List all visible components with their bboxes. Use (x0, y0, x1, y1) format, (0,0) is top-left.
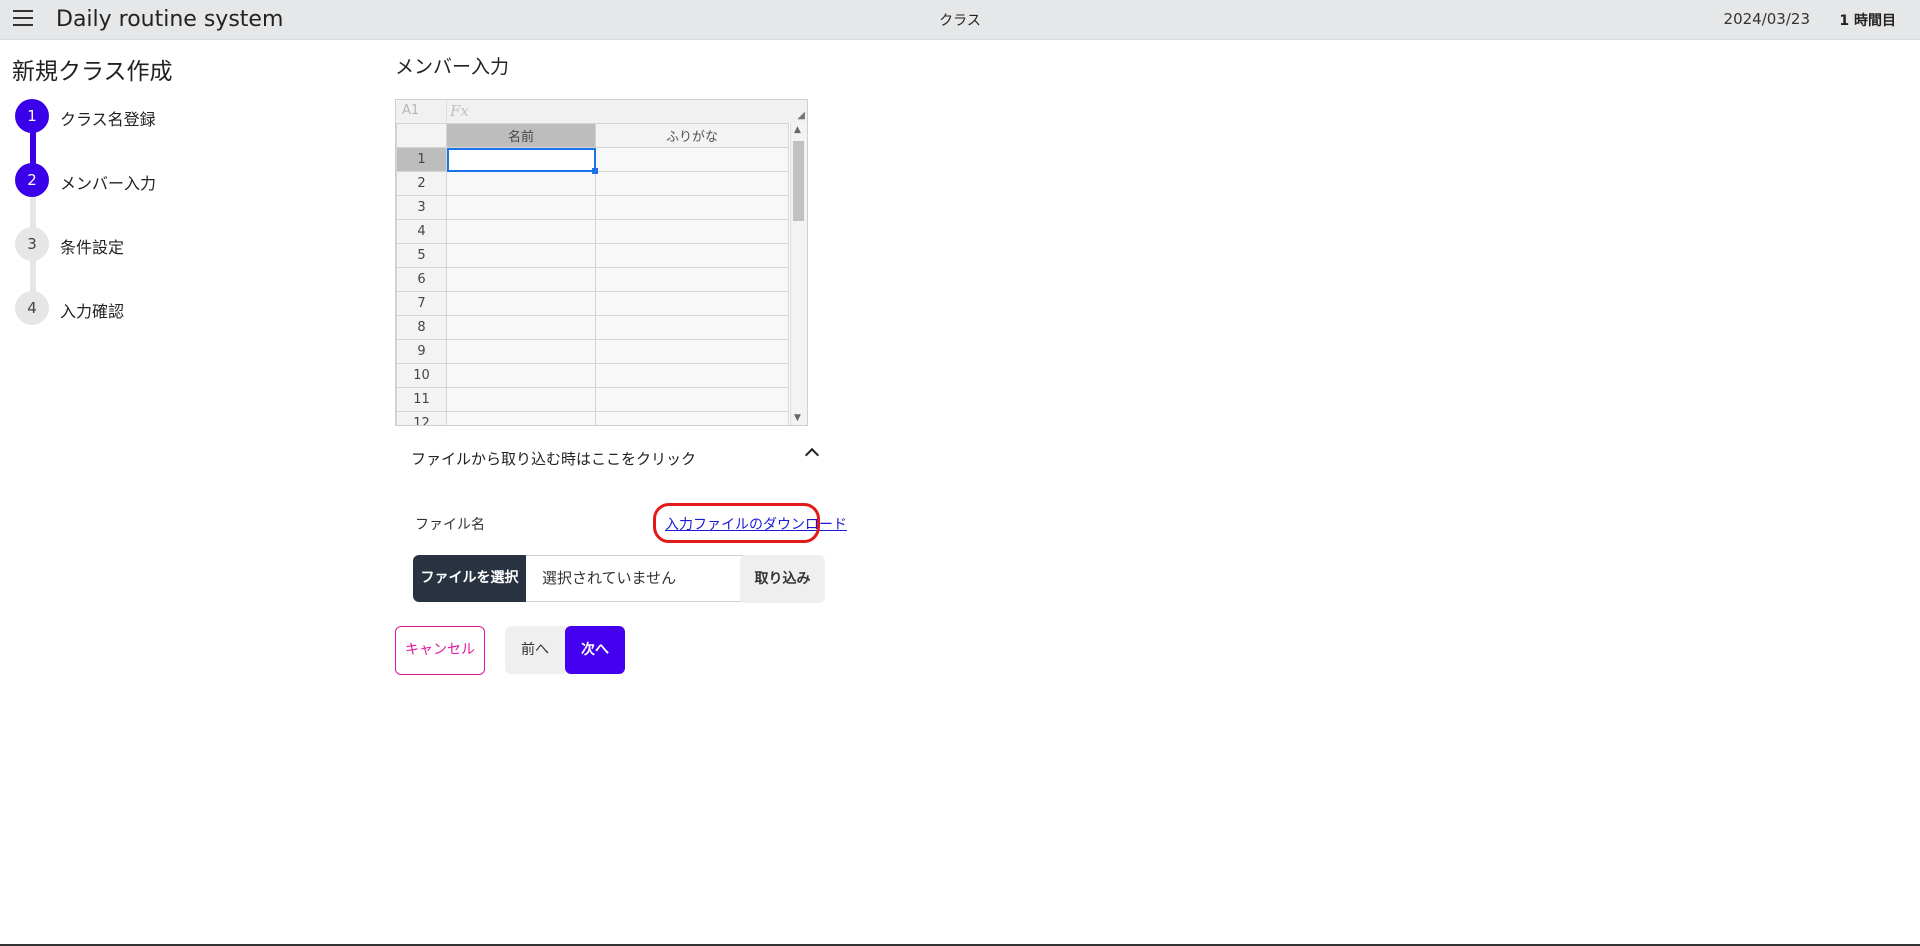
row-header[interactable]: 2 (396, 171, 447, 196)
prev-button[interactable]: 前へ (505, 626, 565, 674)
step-4-number: 4 (15, 291, 49, 325)
file-name-label: ファイル名 (415, 517, 485, 533)
table-row: 12 (396, 411, 789, 425)
resize-handle-icon[interactable]: ◢ (797, 110, 805, 121)
cell[interactable] (446, 267, 596, 292)
member-spreadsheet[interactable]: A1 Fx ◢ 名前 ふりがな 1 2 3 4 5 6 7 8 9 10 11 … (395, 99, 808, 426)
cell[interactable] (595, 243, 789, 268)
fx-icon: Fx (450, 102, 469, 120)
import-from-file-toggle[interactable]: ファイルから取り込む時はここをクリック (395, 440, 825, 476)
row-header[interactable]: 4 (396, 219, 447, 244)
scrollbar-thumb[interactable] (793, 141, 804, 221)
fill-handle[interactable] (592, 168, 598, 174)
vertical-scrollbar[interactable]: ▲ ▼ (790, 123, 807, 425)
selected-file-display[interactable]: 選択されていません (526, 555, 747, 602)
section-title: メンバー入力 (395, 56, 510, 78)
cell[interactable] (446, 315, 596, 340)
cell-a1[interactable] (446, 147, 598, 174)
cell[interactable] (595, 219, 789, 244)
cell[interactable] (595, 387, 789, 412)
cell[interactable] (446, 363, 596, 388)
cell[interactable] (595, 171, 789, 196)
row-header[interactable]: 1 (396, 147, 447, 172)
current-date: 2024/03/23 (1723, 10, 1810, 28)
row-header[interactable]: 6 (396, 267, 447, 292)
row-header[interactable]: 11 (396, 387, 447, 412)
chevron-up-icon[interactable] (804, 447, 820, 463)
scroll-up-icon[interactable]: ▲ (794, 125, 801, 135)
import-button[interactable]: 取り込み (740, 555, 825, 603)
row-header[interactable]: 8 (396, 315, 447, 340)
stepper: 1 クラス名登録 2 メンバー入力 3 条件設定 4 入力確認 (15, 99, 235, 339)
step-3: 3 条件設定 (15, 227, 235, 261)
cell[interactable] (595, 339, 789, 364)
table-row: 4 (396, 219, 789, 244)
cell[interactable] (595, 411, 789, 425)
cell[interactable] (446, 195, 596, 220)
cell[interactable] (446, 411, 596, 425)
highlight-annotation (653, 503, 820, 543)
row-header[interactable]: 7 (396, 291, 447, 316)
step-1: 1 クラス名登録 (15, 99, 235, 133)
cell[interactable] (446, 339, 596, 364)
step-1-label: クラス名登録 (60, 110, 156, 129)
cell[interactable] (446, 219, 596, 244)
cell-reference: A1 (402, 103, 420, 118)
cell[interactable] (446, 171, 596, 196)
column-header-name[interactable]: 名前 (446, 123, 596, 148)
cell[interactable] (446, 291, 596, 316)
row-header[interactable]: 5 (396, 243, 447, 268)
step-4-label: 入力確認 (60, 302, 125, 321)
import-toggle-label: ファイルから取り込む時はここをクリック (411, 450, 697, 468)
cell[interactable] (595, 195, 789, 220)
table-row: 7 (396, 291, 789, 316)
cell[interactable] (595, 147, 789, 172)
cell[interactable] (595, 315, 789, 340)
cell[interactable] (595, 291, 789, 316)
scroll-down-icon[interactable]: ▼ (794, 413, 801, 423)
cell[interactable] (446, 243, 596, 268)
step-2-number: 2 (15, 163, 49, 197)
cell[interactable] (446, 387, 596, 412)
next-button[interactable]: 次へ (565, 626, 625, 674)
table-row: 10 (396, 363, 789, 388)
choose-file-button[interactable]: ファイルを選択 (413, 555, 526, 602)
table-row: 1 (396, 147, 789, 174)
row-header[interactable]: 9 (396, 339, 447, 364)
cell[interactable] (595, 267, 789, 292)
step-3-number: 3 (15, 227, 49, 261)
step-2-label: メンバー入力 (60, 174, 157, 193)
corner-cell[interactable] (396, 123, 447, 148)
column-header-furigana[interactable]: ふりがな (595, 123, 789, 148)
cancel-button[interactable]: キャンセル (395, 626, 485, 675)
row-header[interactable]: 12 (396, 411, 447, 425)
step-4: 4 入力確認 (15, 291, 235, 325)
page-title: 新規クラス作成 (12, 59, 173, 85)
table-row: 5 (396, 243, 789, 268)
current-period: 1 時間目 (1839, 13, 1896, 29)
table-row: 6 (396, 267, 789, 292)
table-row: 9 (396, 339, 789, 364)
row-header[interactable]: 10 (396, 363, 447, 388)
cell[interactable] (595, 363, 789, 388)
step-1-number: 1 (15, 99, 49, 133)
spreadsheet-grid[interactable]: 名前 ふりがな 1 2 3 4 5 6 7 8 9 10 11 12 (396, 123, 789, 425)
formula-separator (446, 100, 447, 123)
formula-bar[interactable]: A1 Fx ◢ (396, 100, 807, 124)
step-3-label: 条件設定 (60, 238, 125, 257)
center-title: クラス (939, 13, 981, 29)
table-row: 3 (396, 195, 789, 220)
table-row: 2 (396, 171, 789, 196)
row-header[interactable]: 3 (396, 195, 447, 220)
top-app-bar: Daily routine system クラス 2024/03/23 1 時間… (0, 0, 1920, 40)
grid-area[interactable]: 名前 ふりがな 1 2 3 4 5 6 7 8 9 10 11 12 (396, 123, 790, 425)
step-2: 2 メンバー入力 (15, 163, 235, 197)
table-row: 11 (396, 387, 789, 412)
table-row: 8 (396, 315, 789, 340)
